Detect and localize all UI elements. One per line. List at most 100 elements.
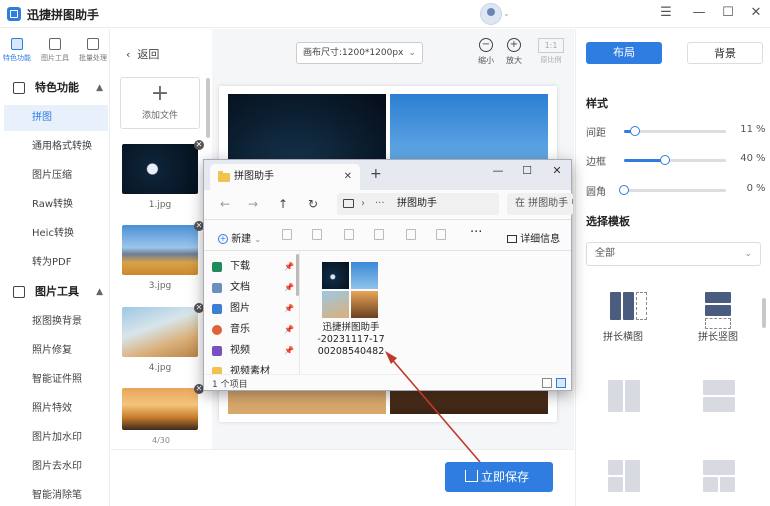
zoom-out-button[interactable]: − 缩小 (475, 38, 497, 66)
more-icon[interactable]: ··· (470, 225, 482, 240)
explorer-tab-bar: 拼图助手 ✕ + — ☐ ✕ (204, 160, 571, 190)
file-item-thumbnail[interactable] (322, 262, 378, 318)
rail-tab-batch[interactable]: 批量处理 (76, 38, 110, 68)
sidebar-item-effects[interactable]: 照片特效 (4, 396, 108, 422)
section-image-tools[interactable]: 图片工具 ▲ (13, 282, 109, 302)
zoom-in-button[interactable]: + 放大 (503, 38, 525, 66)
list-view-icon[interactable] (542, 378, 552, 388)
tab-layout[interactable]: 布局 (586, 42, 662, 64)
close-icon[interactable]: ✕ (747, 4, 765, 22)
template-block (703, 477, 718, 492)
download-icon (212, 262, 222, 272)
template-long-horizontal[interactable]: 拼长横图 (593, 292, 653, 343)
sidebar-item-pdf[interactable]: 转为PDF (4, 250, 108, 276)
share-icon[interactable] (406, 229, 416, 240)
up-arrow-icon[interactable]: ↑ (278, 197, 288, 211)
delete-icon[interactable] (436, 229, 446, 240)
sidebar-item-id-photo[interactable]: 智能证件照 (4, 367, 108, 393)
quick-access-videos[interactable]: 视频 📌 (212, 342, 298, 360)
panel-scrollbar[interactable] (762, 298, 766, 328)
chevron-up-icon[interactable]: ▲ (96, 78, 103, 98)
thumbnail-image[interactable] (122, 144, 198, 194)
forward-arrow-icon[interactable]: → (248, 197, 258, 211)
template-grid-4[interactable] (703, 460, 735, 492)
nav-pane-scrollbar[interactable] (296, 254, 299, 296)
slider-knob[interactable] (659, 155, 670, 165)
minimize-icon[interactable]: — (690, 4, 708, 22)
minimize-icon[interactable]: — (489, 164, 507, 177)
sidebar-item-compress[interactable]: 图片压缩 (4, 163, 108, 189)
maximize-icon[interactable]: ☐ (719, 4, 737, 22)
template-category-select[interactable]: 全部 ⌄ (586, 242, 761, 266)
sidebar-item-remove-watermark[interactable]: 图片去水印 (4, 454, 108, 480)
avatar[interactable] (480, 3, 502, 25)
close-icon[interactable]: ✕ (344, 164, 352, 190)
original-ratio-button[interactable]: 1:1 原比例 (537, 38, 565, 65)
copy-icon[interactable] (312, 229, 322, 240)
tab-background[interactable]: 背景 (687, 42, 763, 64)
cut-icon[interactable] (282, 229, 292, 240)
sidebar-item-add-watermark[interactable]: 图片加水印 (4, 425, 108, 451)
file-item-name[interactable]: 迅捷拼图助手 -20231117-17 00208540482 (310, 322, 392, 358)
template-block-placeholder (636, 292, 647, 320)
sidebar-item-heic[interactable]: Heic转换 (4, 221, 108, 247)
sidebar-item-raw[interactable]: Raw转换 (4, 192, 108, 218)
slider-track[interactable] (624, 126, 726, 136)
border-slider[interactable]: 边框 40 % (586, 153, 766, 168)
sidebar-item-repair[interactable]: 照片修复 (4, 338, 108, 364)
refresh-icon[interactable]: ↻ (308, 197, 318, 211)
canvas-size-select[interactable]: 画布尺寸:1200*1200px ⌄ (296, 42, 423, 64)
slider-track[interactable] (624, 155, 726, 165)
explorer-tab[interactable]: 拼图助手 ✕ (210, 164, 360, 190)
sidebar-item-cutout[interactable]: 抠图换背景 (4, 309, 108, 335)
section-featured[interactable]: 特色功能 ▲ (13, 78, 109, 98)
quick-access-downloads[interactable]: 下载 📌 (212, 258, 298, 276)
thumb-quadrant (351, 262, 378, 289)
new-tab-icon[interactable]: + (370, 166, 382, 182)
close-icon[interactable]: ✕ (194, 140, 204, 150)
thumbnail-image[interactable] (122, 388, 198, 430)
slider-knob[interactable] (619, 185, 629, 195)
back-arrow-icon[interactable]: ← (220, 197, 230, 211)
back-button[interactable]: ‹ 返回 (126, 46, 159, 62)
explorer-search-input[interactable]: 在 拼图助手 中搜索 (507, 193, 573, 215)
quick-access-music[interactable]: 音乐 📌 (212, 321, 298, 339)
slider-track[interactable] (619, 185, 726, 195)
quick-access-pictures[interactable]: 图片 📌 (212, 300, 298, 318)
template-grid-1[interactable] (608, 380, 640, 412)
sidebar-item-format-convert[interactable]: 通用格式转换 (4, 134, 108, 160)
rail-tab-image-tools[interactable]: 图片工具 (38, 38, 72, 68)
thumbnail-view-icon[interactable] (556, 378, 566, 388)
template-long-vertical[interactable]: 拼长竖图 (688, 292, 748, 343)
thumbnail-image[interactable] (122, 307, 198, 357)
chevron-up-icon[interactable]: ▲ (96, 282, 103, 302)
chevron-down-icon[interactable]: ⌄ (503, 9, 510, 18)
rail-tab-featured[interactable]: 特色功能 (0, 38, 34, 68)
new-button[interactable]: + 新建 ⌄ (218, 230, 261, 245)
template-grid-2[interactable] (703, 380, 735, 412)
thumbnail-image[interactable] (122, 225, 198, 275)
paste-icon[interactable] (344, 229, 354, 240)
maximize-icon[interactable]: ☐ (518, 164, 536, 177)
slider-value: 0 (746, 183, 753, 194)
spacing-slider[interactable]: 间距 11 % (586, 124, 766, 139)
corner-radius-slider[interactable]: 圆角 0 % (586, 183, 766, 198)
zoom-in-label: 放大 (506, 56, 522, 65)
rename-icon[interactable] (374, 229, 384, 240)
details-button[interactable]: 详细信息 (507, 230, 560, 245)
add-file-label: 添加文件 (141, 111, 178, 121)
sidebar-item-eraser[interactable]: 智能消除笔 (4, 483, 108, 506)
template-grid-3[interactable] (608, 460, 640, 492)
quick-access-documents[interactable]: 文档 📌 (212, 279, 298, 297)
slider-unit: % (756, 153, 766, 164)
save-button[interactable]: 立即保存 (445, 462, 553, 492)
thumbnail-scrollbar[interactable] (206, 78, 210, 138)
sidebar-item-collage[interactable]: 拼图 (4, 105, 108, 131)
sidebar: 特色功能 图片工具 批量处理 特色功能 ▲ 拼图 通用格式转换 图片压缩 Raw… (0, 29, 110, 506)
menu-icon[interactable]: ☰ (657, 4, 675, 22)
address-bar[interactable]: › ··· 拼图助手 (337, 193, 499, 215)
add-file-button[interactable]: + 添加文件 (120, 77, 200, 129)
template-block (625, 460, 640, 492)
slider-knob[interactable] (630, 126, 641, 136)
close-icon[interactable]: ✕ (548, 164, 566, 177)
